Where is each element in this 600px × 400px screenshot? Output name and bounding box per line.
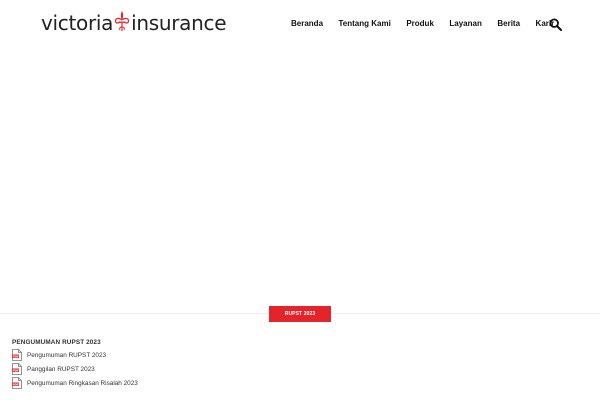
pdf-file-icon: PDF — [12, 363, 22, 375]
nav-item-tentang-kami[interactable]: Tentang Kami — [339, 19, 391, 29]
main-nav: Beranda Tentang Kami Produk Layanan Beri… — [291, 17, 570, 31]
tab-rupst-2023[interactable]: RUPST 2023 — [269, 306, 331, 322]
nav-item-produk[interactable]: Produk — [406, 19, 434, 29]
site-header: victoria insurance Beranda Tentang Kami … — [0, 0, 600, 46]
document-link[interactable]: Pengumuman Ringkasan Risalah 2023 — [27, 380, 138, 387]
section-title: PENGUMUMAN RUPST 2023 — [12, 339, 101, 346]
logo-text-victoria: victoria — [41, 11, 114, 35]
nav-item-berita[interactable]: Berita — [497, 19, 520, 29]
svg-text:PDF: PDF — [13, 382, 19, 386]
fleur-de-lis-icon — [115, 11, 130, 31]
svg-text:PDF: PDF — [13, 354, 19, 358]
document-item[interactable]: PDF Pengumuman Ringkasan Risalah 2023 — [12, 377, 138, 389]
nav-item-layanan[interactable]: Layanan — [449, 19, 481, 29]
document-item[interactable]: PDF Panggilan RUPST 2023 — [12, 363, 95, 375]
document-link[interactable]: Pengumuman RUPST 2023 — [27, 352, 106, 359]
victoria-insurance-logo[interactable]: victoria insurance — [41, 10, 227, 36]
search-icon[interactable] — [549, 18, 562, 31]
pdf-file-icon: PDF — [12, 349, 22, 361]
nav-item-beranda[interactable]: Beranda — [291, 19, 323, 29]
svg-text:PDF: PDF — [13, 368, 19, 372]
document-item[interactable]: PDF Pengumuman RUPST 2023 — [12, 349, 106, 361]
document-link[interactable]: Panggilan RUPST 2023 — [27, 366, 95, 373]
pdf-file-icon: PDF — [12, 377, 22, 389]
logo-text-insurance: insurance — [131, 11, 227, 35]
